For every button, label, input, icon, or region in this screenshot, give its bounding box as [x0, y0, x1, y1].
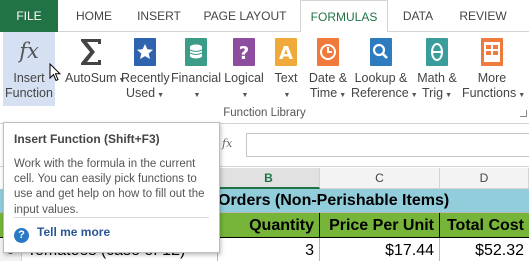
date-time-label-1: Date &: [308, 71, 348, 85]
dialog-launcher-icon[interactable]: [520, 110, 527, 117]
tooltip-body: Work with the formula in the current cel…: [14, 158, 205, 216]
tab-formulas[interactable]: FORMULAS: [300, 0, 388, 33]
lookup-reference-label-1: Lookup &: [354, 71, 408, 85]
insert-function-tooltip: Insert Function (Shift+F3) Work with the…: [3, 122, 220, 253]
recently-used-label-1: Recently: [121, 71, 170, 85]
text-letter-icon: A: [275, 38, 297, 66]
financial-button[interactable]: Financial ▼: [171, 32, 221, 106]
more-functions-label-2: Functions: [462, 86, 517, 100]
tooltip-title: Insert Function (Shift+F3): [14, 132, 160, 146]
insert-function-label-1: Insert: [13, 71, 45, 85]
logical-question-icon: ?: [233, 38, 255, 66]
ribbon-tab-bar: FILE HOME INSERT PAGE LAYOUT FORMULAS DA…: [0, 0, 529, 33]
logical-label: Logical: [224, 71, 264, 85]
chevron-down-icon: ▼: [445, 92, 452, 99]
more-functions-label-1: More: [477, 71, 507, 85]
column-header-b[interactable]: B: [218, 168, 320, 189]
financial-coins-icon: [185, 38, 207, 66]
insert-function-icon: fx: [17, 39, 39, 63]
tab-home[interactable]: HOME: [64, 0, 124, 32]
header-cell-price[interactable]: Price Per Unit: [320, 213, 440, 238]
tab-insert[interactable]: INSERT: [128, 0, 190, 32]
autosum-label: AutoSum: [65, 71, 117, 85]
insert-function-button[interactable]: fx Insert Function: [3, 32, 55, 106]
autosum-button[interactable]: AutoSum ▼: [65, 32, 125, 106]
date-time-clock-icon: [317, 38, 339, 66]
recently-used-button[interactable]: Recently Used ▼: [121, 32, 170, 106]
chevron-down-icon: ▼: [241, 92, 249, 99]
chevron-down-icon: ▼: [518, 92, 526, 99]
lookup-reference-button[interactable]: Lookup & Reference ▼: [351, 32, 418, 106]
price-cell[interactable]: $17.44: [320, 238, 440, 261]
date-time-label-2: Time: [309, 86, 338, 100]
function-library-label: Function Library: [223, 107, 306, 119]
recently-used-label-2: Used: [125, 86, 156, 100]
total-cell[interactable]: $52.32: [440, 238, 529, 261]
tab-file[interactable]: FILE: [0, 0, 58, 32]
text-button[interactable]: A Text ▼: [268, 32, 304, 106]
insert-function-label-2: Function: [5, 86, 53, 100]
tell-me-more-label: Tell me more: [37, 225, 111, 239]
financial-label: Financial: [171, 71, 222, 85]
tooltip-divider: [14, 217, 209, 218]
column-header-d[interactable]: D: [440, 168, 529, 189]
tab-review[interactable]: REVIEW: [448, 0, 518, 32]
header-cell-total[interactable]: Total Cost: [440, 213, 529, 238]
math-trig-label-1: Math &: [417, 71, 457, 85]
recently-used-star-icon: [134, 38, 156, 66]
formula-input[interactable]: [246, 133, 529, 157]
date-time-button[interactable]: Date & Time ▼: [306, 32, 350, 106]
column-header-c[interactable]: C: [320, 168, 440, 189]
svg-text:A: A: [279, 43, 293, 64]
header-cell-quantity[interactable]: Quantity: [218, 213, 320, 238]
math-trig-label-2: Trig: [421, 86, 444, 100]
autosum-sigma-icon: [81, 39, 101, 65]
svg-text:fx: fx: [17, 39, 39, 63]
chevron-down-icon: ▼: [339, 92, 347, 99]
chevron-down-icon: ▼: [193, 92, 201, 99]
tell-me-more-link[interactable]: ? Tell me more: [14, 224, 110, 243]
math-theta-icon: [426, 38, 448, 66]
lookup-magnifier-icon: [370, 38, 392, 66]
lookup-reference-label-2: Reference: [351, 86, 409, 100]
chevron-down-icon: ▼: [157, 92, 165, 99]
logical-button[interactable]: ? Logical ▼: [222, 32, 266, 106]
tab-page-layout[interactable]: PAGE LAYOUT: [194, 0, 296, 32]
help-question-icon: ?: [14, 228, 29, 243]
tab-data[interactable]: DATA: [392, 0, 444, 32]
more-functions-button[interactable]: More Functions ▼: [462, 32, 526, 106]
quantity-cell[interactable]: 3: [218, 238, 320, 261]
function-library-group: fx Insert Function AutoSum ▼ Recently Use…: [0, 32, 529, 124]
mouse-pointer-icon: [49, 63, 61, 82]
math-trig-button[interactable]: Math & Trig ▼: [414, 32, 460, 106]
chevron-down-icon: ▼: [283, 92, 291, 99]
text-label: Text: [274, 71, 298, 85]
svg-text:?: ?: [239, 43, 249, 64]
fx-icon[interactable]: fx: [222, 137, 232, 150]
more-functions-grid-icon: [481, 38, 503, 66]
